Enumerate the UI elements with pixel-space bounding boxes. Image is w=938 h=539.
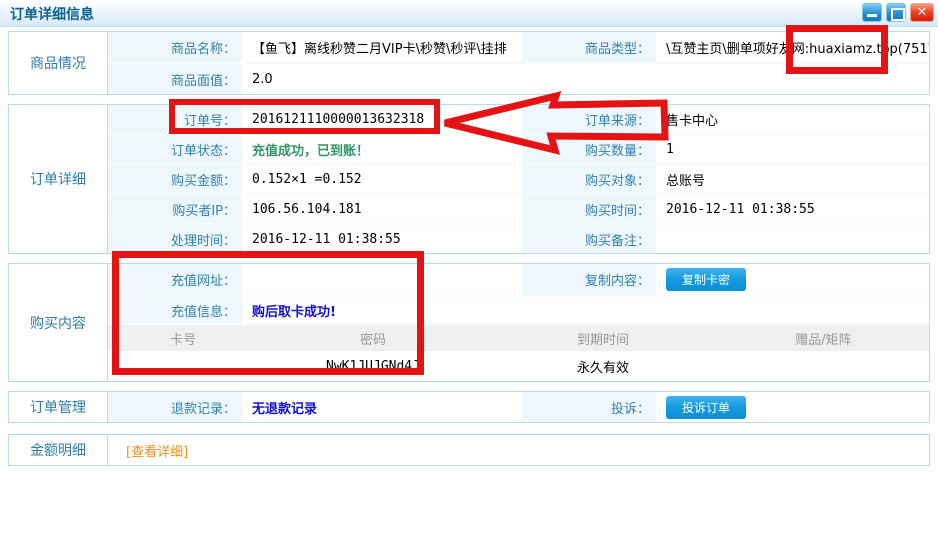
row-buyer-ip: 购买者IP： 106.56.104.181 购买时间： 2016-12-11 0…: [108, 195, 929, 225]
password-header: 密码: [258, 329, 488, 348]
order-status-value: 充值成功，已到账！: [242, 140, 522, 159]
row-product-name: 商品名称： 【鱼飞】离线秒赞二月VIP卡\秒赞\秒评\挂排 商品类型： \互赞主…: [108, 32, 929, 64]
row-order-status: 订单状态： 充值成功，已到账！ 购买数量： 1: [108, 135, 929, 165]
row-buy-amount: 购买金额： 0.152×1 =0.152 购买对象： 总账号: [108, 165, 929, 195]
complaint-cell: 投诉订单: [656, 396, 929, 419]
section-amount-detail: 金额明细 [查看详细]: [8, 434, 930, 466]
row-process-time: 处理时间： 2016-12-11 01:38:55 购买备注：: [108, 225, 929, 253]
buy-quantity-label: 购买数量：: [522, 135, 656, 163]
process-time-label: 处理时间：: [108, 225, 242, 253]
minimize-button[interactable]: [862, 3, 882, 22]
recharge-info-value: 购后取卡成功!: [242, 301, 929, 320]
complaint-label: 投诉：: [522, 392, 656, 422]
expiry-cell: 永久有效: [488, 357, 718, 376]
order-detail-window: 订单详细信息 ✕ 商品情况 商品名称： 【鱼飞】离线秒赞二月VIP卡\秒赞\秒评…: [0, 0, 938, 539]
section-title-amount: 金额明细: [9, 435, 108, 465]
card-table-row: NwK1JUJGNd4J 永久有效: [108, 351, 929, 381]
complain-order-button[interactable]: 投诉订单: [666, 396, 746, 419]
buy-quantity-value: 1: [656, 142, 929, 157]
section-title-purchase: 购买内容: [9, 264, 108, 381]
order-source-value: 售卡中心: [656, 110, 929, 129]
buyer-ip-value: 106.56.104.181: [242, 202, 522, 217]
buyer-ip-label: 购买者IP：: [108, 195, 242, 223]
buy-time-label: 购买时间：: [522, 195, 656, 223]
copy-content-cell: 复制卡密: [656, 268, 929, 291]
close-button[interactable]: ✕: [910, 3, 934, 22]
order-source-label: 订单来源：: [522, 105, 656, 133]
section-order-manage: 订单管理 退款记录： 无退款记录 投诉： 投诉订单: [8, 391, 930, 423]
minimize-icon: [867, 14, 877, 17]
section-title-product: 商品情况: [9, 32, 108, 94]
row-product-face: 商品面值： 2.0: [108, 64, 929, 94]
row-refund: 退款记录： 无退款记录 投诉： 投诉订单: [108, 392, 929, 422]
recharge-url-label: 充值网址：: [108, 264, 242, 295]
product-face-value: 2.0: [242, 72, 929, 87]
refund-label: 退款记录：: [108, 392, 242, 422]
section-order-detail: 订单详细 订单号： 2016121110000013632318 订单来源： 售…: [8, 104, 930, 254]
buy-remark-label: 购买备注：: [522, 225, 656, 253]
product-name-label: 商品名称：: [108, 32, 242, 62]
window-titlebar: 订单详细信息 ✕: [0, 0, 938, 27]
buy-target-value: 总账号: [656, 170, 929, 189]
card-no-header: 卡号: [108, 329, 258, 348]
expiry-header: 到期时间: [488, 329, 718, 348]
product-name-value: 【鱼飞】离线秒赞二月VIP卡\秒赞\秒评\挂排: [242, 38, 522, 57]
buy-amount-value: 0.152×1 =0.152: [242, 172, 522, 187]
page-title: 订单详细信息: [10, 4, 94, 24]
product-type-value: \互赞主页\删单项好友网:huaxiamz.top(7517: [656, 38, 929, 57]
row-recharge-url: 充值网址： 复制内容： 复制卡密: [108, 264, 929, 297]
gift-header: 赠品/矩阵: [718, 329, 929, 348]
copy-content-label: 复制内容：: [522, 264, 656, 295]
card-table-header: 卡号 密码 到期时间 赠品/矩阵: [108, 325, 929, 351]
section-product-info: 商品情况 商品名称： 【鱼飞】离线秒赞二月VIP卡\秒赞\秒评\挂排 商品类型：…: [8, 31, 930, 95]
row-recharge-info: 充值信息： 购后取卡成功!: [108, 297, 929, 325]
row-order-no: 订单号： 2016121110000013632318 订单来源： 售卡中心: [108, 105, 929, 135]
order-no-value: 2016121110000013632318: [242, 112, 522, 127]
row-amount-detail: [查看详细]: [108, 435, 929, 465]
buy-amount-label: 购买金额：: [108, 165, 242, 193]
process-time-value: 2016-12-11 01:38:55: [242, 232, 522, 247]
section-purchase-content: 购买内容 充值网址： 复制内容： 复制卡密 充值信息： 购后取卡成功! 卡号 密…: [8, 263, 930, 382]
password-cell: NwK1JUJGNd4J: [258, 359, 488, 374]
maximize-icon: [891, 8, 905, 21]
copy-card-secret-button[interactable]: 复制卡密: [666, 268, 746, 291]
view-detail-link[interactable]: [查看详细]: [108, 441, 929, 460]
section-title-order: 订单详细: [9, 105, 108, 253]
buy-time-value: 2016-12-11 01:38:55: [656, 202, 929, 217]
product-type-label: 商品类型：: [522, 32, 656, 62]
product-face-label: 商品面值：: [108, 64, 242, 94]
maximize-button[interactable]: [886, 3, 906, 22]
section-title-manage: 订单管理: [9, 392, 108, 422]
refund-value: 无退款记录: [242, 398, 522, 417]
recharge-info-label: 充值信息：: [108, 297, 242, 323]
buy-target-label: 购买对象：: [522, 165, 656, 193]
window-controls: ✕: [862, 3, 934, 22]
order-status-label: 订单状态：: [108, 135, 242, 163]
order-no-label: 订单号：: [108, 105, 242, 133]
